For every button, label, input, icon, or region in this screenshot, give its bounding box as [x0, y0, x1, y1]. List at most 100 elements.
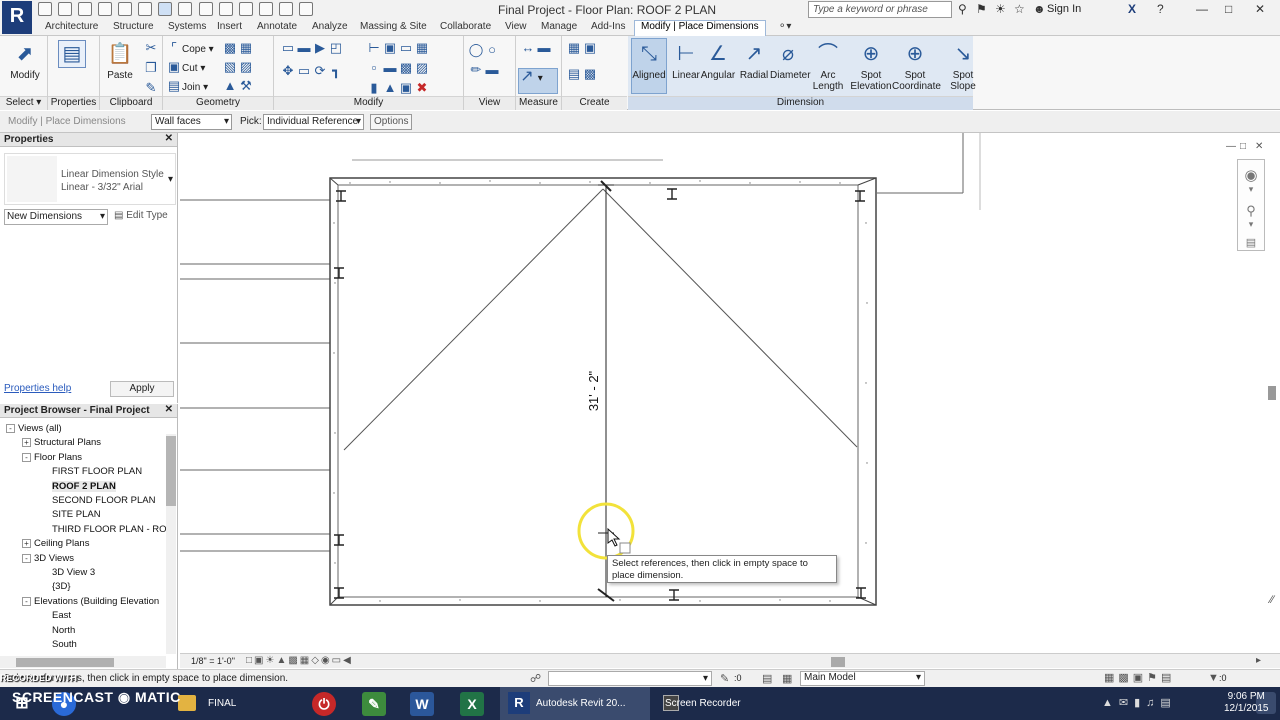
revit-logo-icon[interactable]: R — [2, 1, 32, 34]
exchange-apps-icon[interactable]: X — [1128, 2, 1136, 16]
browser-item[interactable]: ROOF 2 PLAN — [52, 480, 116, 492]
communication-icon[interactable]: ☀ — [995, 2, 1006, 16]
browser-item[interactable]: 3D View 3 — [52, 567, 95, 578]
switch-windows-icon[interactable] — [298, 2, 313, 16]
tab-insert[interactable]: Insert — [217, 21, 242, 32]
word-icon[interactable]: W — [410, 692, 434, 716]
close-icon[interactable]: ✕ — [165, 404, 173, 415]
active-model-select[interactable]: Main Model ▾ — [800, 671, 925, 686]
properties-help-link[interactable]: Properties help — [4, 383, 71, 394]
browser-item[interactable]: - Views (all) — [6, 423, 62, 434]
minimize-button[interactable]: — — [1196, 2, 1208, 16]
tab-annotate[interactable]: Annotate — [257, 21, 297, 32]
text-icon[interactable] — [198, 2, 213, 16]
apply-button[interactable]: Apply — [110, 381, 174, 397]
zoom-icon[interactable]: ⚲ — [1238, 203, 1264, 219]
properties-button[interactable]: ▤ — [54, 40, 90, 70]
browser-item[interactable]: SECOND FLOOR PLAN — [52, 495, 155, 506]
view-control-icons[interactable]: □▣☀▲▩▦◇◉▭◀ — [246, 655, 353, 666]
browser-item[interactable]: THIRD FLOOR PLAN - RO — [52, 524, 167, 535]
browser-item[interactable]: North — [52, 625, 75, 636]
dimension-tool-linear[interactable]: ⊢ Linear — [668, 40, 704, 82]
pick-select[interactable]: Individual Reference ▾ — [263, 114, 364, 130]
expand-icon[interactable]: + — [22, 438, 31, 448]
maximize-button[interactable]: □ — [1225, 2, 1232, 16]
system-tray-icons[interactable]: ▲✉▮♫▤ — [1102, 696, 1177, 709]
cut-clipboard-icon[interactable]: ✂ — [143, 40, 159, 56]
print-icon[interactable] — [138, 2, 153, 16]
create-group-icon[interactable]: ▤ ▩ — [566, 66, 598, 82]
cut-geometry-button[interactable]: ▣ Cut ▾ — [166, 59, 206, 75]
collapse-icon[interactable]: - — [22, 452, 31, 462]
paint-icon[interactable]: ▧ ▨ — [222, 59, 254, 75]
measure-distance-icon[interactable]: ↔ ▬ — [520, 40, 552, 56]
redo-icon[interactable] — [118, 2, 133, 16]
split-icon[interactable]: ▫ ▬ ▩ ▨ — [366, 60, 430, 76]
panel-select[interactable]: Select ▾ — [0, 96, 47, 110]
horizontal-scrollbar-thumb[interactable] — [831, 657, 845, 667]
close-hidden-icon[interactable] — [278, 2, 293, 16]
collapse-icon[interactable]: - — [6, 424, 15, 433]
browser-item[interactable]: - Elevations (Building Elevation — [22, 596, 159, 607]
sign-in-button[interactable]: Sign In — [1047, 3, 1081, 15]
user-icon[interactable]: ☻ — [1033, 2, 1046, 16]
spreadsheet-app-icon[interactable]: ✎ — [362, 692, 386, 716]
join-button[interactable]: ▤ Join ▾ — [166, 78, 208, 94]
edit-type-button[interactable]: ▤ Edit Type — [114, 210, 168, 221]
filter-icon[interactable]: ▼ — [1208, 672, 1219, 684]
align-icon[interactable]: ▭ ▬ ▶ ◰ — [280, 40, 344, 56]
search-input[interactable]: Type a keyword or phrase — [808, 1, 952, 18]
modify-button[interactable]: ⬈ Modify — [6, 40, 44, 82]
collapse-icon[interactable]: - — [22, 596, 31, 606]
scroll-right-icon[interactable]: ▸ — [1256, 655, 1261, 666]
tab-view[interactable]: View — [505, 21, 527, 32]
browser-item[interactable]: -3D Views — [22, 553, 74, 564]
view-window-controls[interactable]: — □ ✕ — [1226, 141, 1263, 152]
3d-view-icon[interactable] — [218, 2, 233, 16]
match-type-icon[interactable]: ✎ — [143, 80, 159, 96]
thin-lines-icon[interactable] — [258, 2, 273, 16]
browser-item[interactable]: - Floor Plans — [22, 452, 82, 463]
dimension-value[interactable]: 31' - 2" — [586, 370, 601, 411]
taskbar-item-revit[interactable]: R Autodesk Revit 20... — [500, 687, 650, 720]
tab-massing-site[interactable]: Massing & Site — [360, 21, 427, 32]
create-similar-icon[interactable]: ▦ ▣ — [566, 40, 598, 56]
browser-item[interactable]: + Ceiling Plans — [22, 538, 89, 549]
binoculars-icon[interactable]: ⚲ — [958, 2, 967, 16]
reference-select[interactable]: Wall faces ▾ — [151, 114, 232, 130]
close-icon[interactable]: ✕ — [165, 133, 173, 144]
tab-modify-place-dimensions[interactable]: Modify | Place Dimensions — [634, 20, 766, 36]
excel-icon[interactable]: X — [460, 692, 484, 716]
browser-item[interactable]: + Structural Plans — [22, 437, 101, 448]
browser-item[interactable]: East — [52, 610, 71, 621]
type-selector[interactable]: Linear Dimension Style Linear - 3/32" Ar… — [4, 153, 176, 205]
design-options-icon[interactable]: ▦ — [782, 672, 792, 685]
collapse-icon[interactable]: - — [22, 553, 31, 563]
taskbar-item-screen-recorder[interactable]: Screen Recorder — [655, 687, 795, 720]
power-icon[interactable]: ⏻ — [312, 692, 336, 716]
taskbar-item-final[interactable]: FINAL — [170, 687, 300, 720]
navigation-bar[interactable]: ◉ ▾ ⚲ ▾ ▤ — [1237, 159, 1265, 251]
options-button[interactable]: Options — [370, 114, 412, 130]
dimension-tool-spot-elevation[interactable]: ⊕ Spot Elevation — [848, 40, 894, 93]
dimension-tool-arc-length[interactable]: ⌒ Arc Length — [810, 40, 846, 93]
browser-item[interactable]: {3D} — [52, 581, 71, 592]
tab-add-ins[interactable]: Add-Ins — [591, 21, 625, 32]
section-icon[interactable] — [238, 2, 253, 16]
tab-structure[interactable]: Structure — [113, 21, 154, 32]
instance-filter-select[interactable]: New Dimensions ▾ — [4, 209, 108, 225]
tag-icon[interactable] — [178, 2, 193, 16]
favorites-icon[interactable]: ☆ — [1014, 2, 1025, 16]
hide-icon[interactable]: ◯ ○ — [468, 42, 500, 58]
workset-select[interactable]: ▾ — [548, 671, 712, 686]
measure-icon[interactable] — [158, 2, 173, 16]
design-options-icon[interactable]: ▤ — [762, 672, 772, 685]
subscription-icon[interactable]: ⚑ — [976, 2, 987, 16]
copy-clipboard-icon[interactable]: ❐ — [143, 60, 159, 76]
dimension-tool-radial[interactable]: ↗ Radial — [736, 40, 772, 82]
cope-button[interactable]: ⌜ Cope ▾ — [166, 40, 214, 56]
scrollbar-thumb[interactable] — [166, 436, 176, 506]
system-clock[interactable]: 9:06 PM 12/1/2015 — [1224, 691, 1269, 715]
full-navigation-icon[interactable]: ▤ — [1238, 236, 1264, 249]
workset-icon[interactable]: ☍ — [530, 672, 541, 685]
